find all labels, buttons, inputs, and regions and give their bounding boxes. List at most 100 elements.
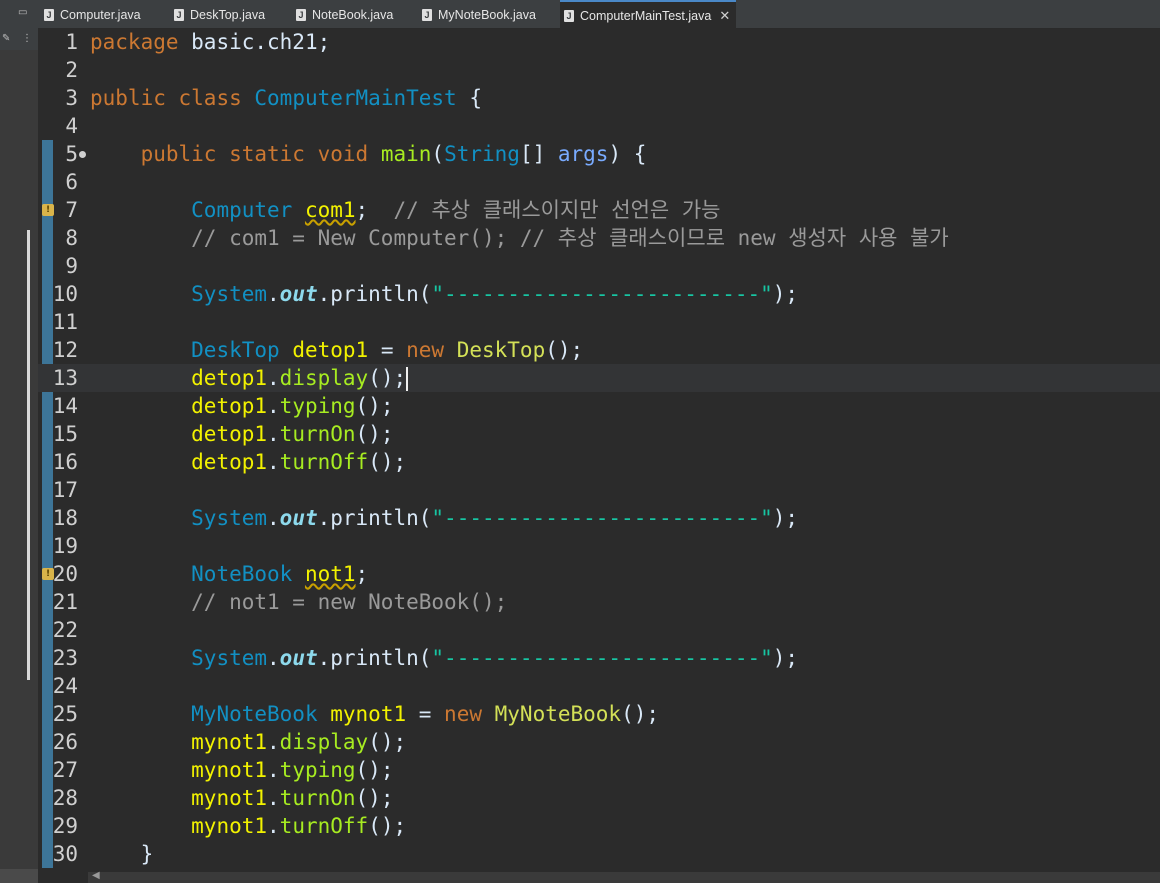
line-number: 8: [65, 226, 78, 250]
code-line[interactable]: 7 Computer com1; // 추상 클래스이지만 선언은 가능: [38, 196, 1160, 224]
tab-desktop[interactable]: J DeskTop.java: [174, 2, 265, 28]
code-text: public class ComputerMainTest {: [90, 84, 482, 112]
code-text: Computer com1; // 추상 클래스이지만 선언은 가능: [90, 196, 721, 224]
code-line[interactable]: 15 detop1.turnOn();: [38, 420, 1160, 448]
code-line[interactable]: 28 mynot1.turnOn();: [38, 784, 1160, 812]
code-line[interactable]: 19: [38, 532, 1160, 560]
code-line[interactable]: 10 System.out.println("-----------------…: [38, 280, 1160, 308]
code-token: // 추상 클래스이지만 선언은 가능: [393, 198, 721, 222]
code-line[interactable]: 17: [38, 476, 1160, 504]
line-number: 26: [52, 730, 78, 754]
code-token: System: [191, 646, 268, 670]
code-line[interactable]: 4: [38, 112, 1160, 140]
code-line[interactable]: 24: [38, 672, 1160, 700]
tab-mynotebook[interactable]: J MyNoteBook.java: [422, 2, 536, 28]
close-tab-icon[interactable]: ✕: [719, 8, 730, 24]
fold-indicator-icon[interactable]: [79, 151, 86, 158]
java-file-icon: J: [422, 9, 432, 21]
code-token: detop1: [292, 338, 369, 362]
code-line[interactable]: 5 public static void main(String[] args)…: [38, 140, 1160, 168]
restore-icon[interactable]: ▭: [18, 8, 27, 18]
code-text: }: [90, 840, 154, 868]
code-token: public: [90, 86, 166, 110]
code-line[interactable]: 18 System.out.println("-----------------…: [38, 504, 1160, 532]
tab-notebook[interactable]: J NoteBook.java: [296, 2, 393, 28]
code-editor[interactable]: 1 package basic.ch21; 2 3 public class Compu…: [38, 28, 1160, 872]
tab-label: DeskTop.java: [190, 8, 266, 22]
code-line[interactable]: 29 mynot1.turnOff();: [38, 812, 1160, 840]
code-token: not1: [304, 562, 356, 586]
code-token: .: [267, 422, 280, 446]
code-token: ();: [355, 422, 394, 446]
code-line[interactable]: 20 NoteBook not1;: [38, 560, 1160, 588]
code-line[interactable]: 27 mynot1.typing();: [38, 756, 1160, 784]
code-token: "-------------------------": [431, 282, 773, 306]
side-panel-divider: [27, 230, 30, 680]
code-token: // not1 = new NoteBook();: [191, 590, 508, 614]
code-token: );: [772, 646, 799, 670]
warning-marker-icon[interactable]: !: [42, 568, 54, 580]
line-number: 9: [65, 254, 78, 278]
code-line[interactable]: 6: [38, 168, 1160, 196]
code-line[interactable]: 16 detop1.turnOff();: [38, 448, 1160, 476]
warning-marker-icon[interactable]: !: [42, 204, 54, 216]
code-line[interactable]: 25 MyNoteBook mynot1 = new MyNoteBook();: [38, 700, 1160, 728]
code-token: com1: [304, 198, 356, 222]
code-token: =: [368, 338, 407, 362]
pin-icon[interactable]: ✎: [2, 34, 10, 44]
code-token: .: [267, 814, 280, 838]
line-number: 12: [52, 338, 78, 362]
tab-computermaintest[interactable]: J ComputerMainTest.java ✕: [560, 0, 737, 30]
code-text: // com1 = New Computer(); // 추상 클래스이므로 n…: [90, 224, 949, 252]
code-token: .: [267, 450, 280, 474]
code-text: // not1 = new NoteBook();: [90, 588, 507, 616]
code-token: mynot1: [191, 786, 268, 810]
code-token: detop1: [191, 422, 268, 446]
line-number: 4: [65, 114, 78, 138]
code-line[interactable]: 3 public class ComputerMainTest {: [38, 84, 1160, 112]
code-token: );: [772, 282, 799, 306]
code-text: detop1.turnOn();: [90, 420, 393, 448]
code-line[interactable]: 13 detop1.display();: [38, 364, 1160, 392]
code-line[interactable]: 12 DeskTop detop1 = new DeskTop();: [38, 336, 1160, 364]
code-token: ) {: [608, 142, 647, 166]
code-line[interactable]: 22: [38, 616, 1160, 644]
code-text: mynot1.typing();: [90, 756, 393, 784]
code-text: System.out.println("--------------------…: [90, 280, 798, 308]
code-token: ;: [355, 198, 394, 222]
tab-computer[interactable]: J Computer.java: [44, 2, 141, 28]
code-line[interactable]: 9: [38, 252, 1160, 280]
code-line[interactable]: 2: [38, 56, 1160, 84]
code-line[interactable]: 14 detop1.typing();: [38, 392, 1160, 420]
line-number: 23: [52, 646, 78, 670]
code-token: ;: [355, 562, 369, 586]
line-number: 17: [52, 478, 78, 502]
code-line[interactable]: 1 package basic.ch21;: [38, 28, 1160, 56]
code-token: public: [140, 142, 217, 166]
code-line[interactable]: 26 mynot1.display();: [38, 728, 1160, 756]
code-line[interactable]: 8 // com1 = New Computer(); // 추상 클래스이므로…: [38, 224, 1160, 252]
code-line[interactable]: 30 }: [38, 840, 1160, 868]
code-token: .: [267, 646, 280, 670]
code-line[interactable]: 21 // not1 = new NoteBook();: [38, 588, 1160, 616]
line-number: 24: [52, 674, 78, 698]
code-line[interactable]: 11: [38, 308, 1160, 336]
scroll-left-icon[interactable]: ◀: [92, 870, 100, 881]
code-token: System: [191, 282, 268, 306]
horizontal-scrollbar[interactable]: ◀: [88, 870, 1160, 883]
more-options-icon[interactable]: ⋮: [22, 34, 32, 44]
java-file-icon: J: [296, 9, 306, 21]
code-line[interactable]: 23 System.out.println("-----------------…: [38, 644, 1160, 672]
code-token: ();: [355, 758, 394, 782]
line-number: 15: [52, 422, 78, 446]
